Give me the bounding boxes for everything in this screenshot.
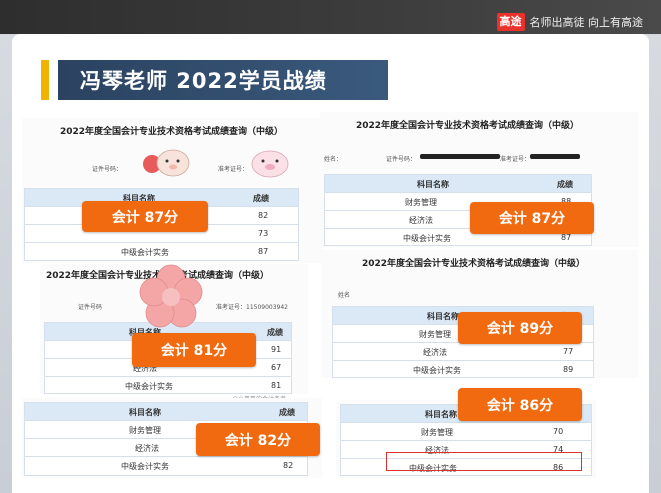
name-label: 姓名 [338,292,351,299]
row-subject: 财务管理 [129,426,161,435]
exam-label: 准考证号：11509003942 [216,304,288,311]
score-value: 87 [561,233,572,242]
table-row: 中级会计实务 89 [333,361,593,379]
score-report-1: 2022年度全国会计专业技术资格考试成绩查询（中级） 证件号码： 准考证号： 科… [22,118,322,263]
row-subject: 中级会计实务 [121,462,169,471]
exam-label: 准考证号： [500,156,531,163]
score-badge-2: 会计 87分 [470,202,594,234]
redacted-id [420,154,500,159]
header-subject: 科目名称 [417,180,449,189]
pig-sticker-icon [251,150,289,178]
row-subject: 中级会计实务 [403,234,451,243]
title-accent-bar [41,60,49,100]
score-value: 82 [283,461,294,470]
row-subject: 经济法 [423,348,447,357]
header-score: 成绩 [279,408,295,417]
name-label: 姓名： [324,156,343,163]
score-badge-6: 会计 86分 [458,388,582,421]
score-value: 91 [271,345,282,354]
row-subject: 中级会计实务 [413,366,461,375]
header-score: 成绩 [557,180,573,189]
score-badge-3: 会计 81分 [132,333,256,367]
score-value: 87 [258,247,269,256]
table-row: 中级会计实务 81 [45,377,291,395]
header-score: 成绩 [253,194,269,203]
row-subject: 财务管理 [405,198,437,207]
brand-logo: 高途 [496,13,525,31]
page-title: 冯琴老师 2022学员战绩 [58,60,388,100]
header-subject: 科目名称 [129,408,161,417]
redacted-exam [530,154,580,159]
score-value: 73 [258,229,269,238]
header-subject: 科目名称 [427,312,459,321]
id-label: 证件号码 [78,304,103,311]
row-subject: 经济法 [135,444,159,453]
score-value: 67 [271,363,282,372]
report-title: 2022年度全国会计专业技术资格考试成绩查询（中级） [356,121,580,131]
score-value: 70 [553,427,564,436]
header-subject: 科目名称 [425,410,457,419]
brand: 高途 名师出高徒 向上有高途 [496,12,644,32]
score-value: 82 [258,211,269,220]
table-row: 中级会计实务 87 [25,243,298,261]
id-label: 证件号码： [386,156,417,163]
row-subject: 财务管理 [419,330,451,339]
bear-sticker-icon [143,149,190,177]
id-label: 证件号码： [92,166,123,173]
table-row: 财务管理 70 [341,423,591,441]
report-title: 2022年度全国会计专业技术资格考试成绩查询（中级） [60,127,284,137]
flower-sticker-icon [139,264,203,328]
row-subject: 财务管理 [421,428,453,437]
table-row: 中级会计实务 82 [25,457,307,475]
exam-label: 准考证号： [218,166,249,173]
table-header: 科目名称 成绩 [325,175,591,193]
score-value: 89 [563,365,574,374]
score-badge-4: 会计 89分 [458,312,582,344]
report-title: 2022年度全国会计专业技术资格考试成绩查询（中级） [362,259,586,269]
score-badge-1: 会计 87分 [82,201,208,232]
row-subject: 中级会计实务 [121,248,169,257]
score-badge-5: 会计 82分 [196,423,320,456]
row-subject: 经济法 [409,216,433,225]
table-header: 科目名称 成绩 [25,403,307,421]
highlight-box [386,452,582,471]
table-row: 经济法 77 [333,343,593,361]
row-subject: 中级会计实务 [125,382,173,391]
brand-slogan: 名师出高徒 向上有高途 [529,16,644,29]
score-value: 77 [563,347,574,356]
header-score: 成绩 [267,328,283,337]
score-value: 81 [271,381,282,390]
